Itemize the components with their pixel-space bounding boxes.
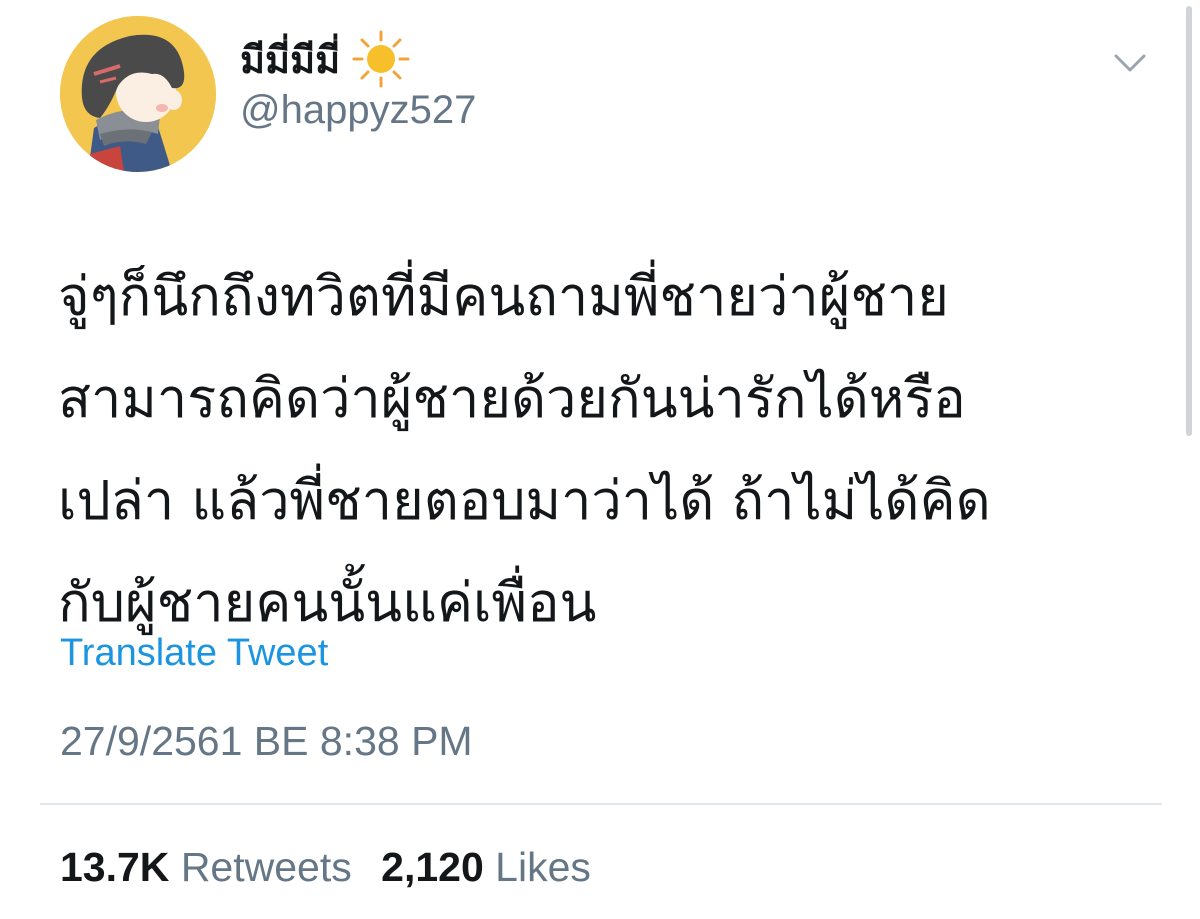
retweets-stat[interactable]: 13.7K Retweets bbox=[60, 844, 352, 891]
chevron-down-icon[interactable] bbox=[1110, 48, 1150, 78]
likes-count: 2,120 bbox=[381, 844, 484, 890]
avatar-cartoon-icon bbox=[60, 16, 216, 172]
retweets-label: Retweets bbox=[180, 844, 352, 890]
divider bbox=[40, 803, 1162, 805]
sun-icon bbox=[350, 28, 412, 90]
likes-stat[interactable]: 2,120 Likes bbox=[381, 844, 591, 891]
tweet-text: จู่ๆก็นึกถึงทวิตที่มีคนถามพี่ชายว่าผู้ชา… bbox=[58, 246, 1168, 654]
tweet-text-line: จู่ๆก็นึกถึงทวิตที่มีคนถามพี่ชายว่าผู้ชา… bbox=[58, 265, 949, 328]
display-name-text: มีมี่มีมี่ bbox=[240, 37, 341, 82]
scrollbar[interactable] bbox=[1186, 6, 1192, 436]
retweets-count: 13.7K bbox=[60, 844, 170, 890]
tweet-text-line: เปล่า แล้วพี่ชายตอบมาว่าได้ ถ้าไม่ได้คิด bbox=[58, 469, 991, 532]
user-display-name[interactable]: มีมี่มีมี่ bbox=[240, 28, 412, 90]
user-handle[interactable]: @happyz527 bbox=[240, 88, 476, 133]
tweet-stats: 13.7K Retweets 2,120 Likes bbox=[60, 844, 591, 891]
tweet-text-line: สามารถคิดว่าผู้ชายด้วยกันน่ารักได้หรือ bbox=[58, 367, 966, 430]
tweet-timestamp: 27/9/2561 BE 8:38 PM bbox=[60, 718, 473, 764]
likes-label: Likes bbox=[495, 844, 591, 890]
avatar[interactable] bbox=[60, 16, 216, 172]
translate-tweet-link[interactable]: Translate Tweet bbox=[60, 632, 328, 675]
